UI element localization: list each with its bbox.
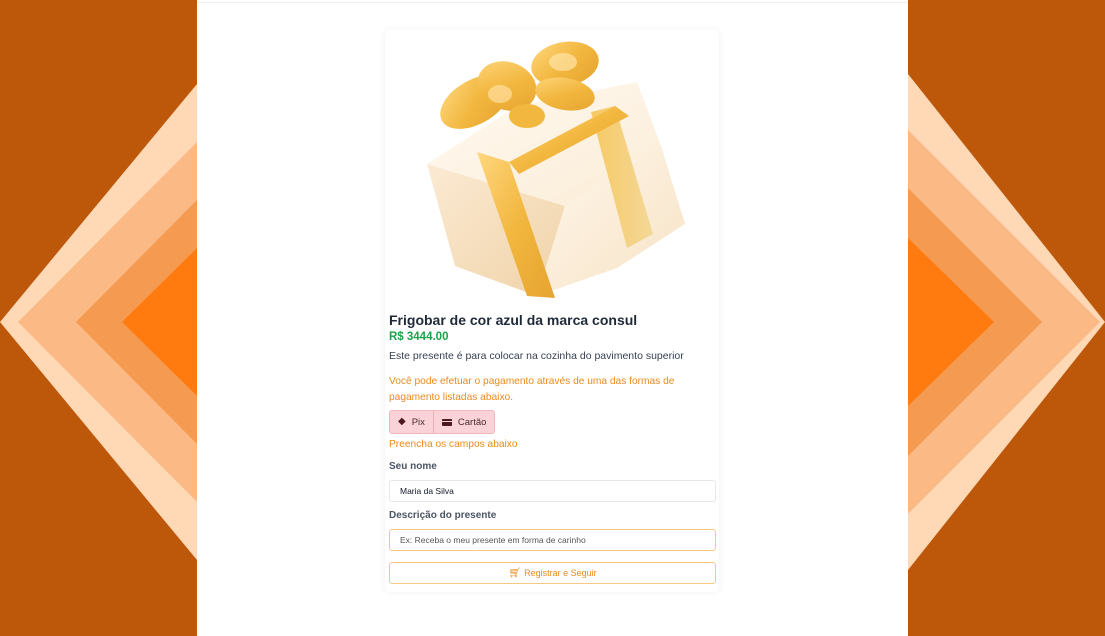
description-input[interactable]: Ex: Receba o meu presente em forma de ca… (389, 529, 716, 551)
register-button[interactable]: 🛒︎ Registrar e Seguir (389, 562, 716, 584)
shopping-cart-icon: 🛒︎ (508, 567, 522, 579)
name-label: Seu nome (389, 461, 437, 472)
product-description: Este presente é para colocar na cozinha … (389, 350, 684, 362)
card-tab[interactable]: Cartão (432, 411, 495, 433)
product-price: R$ 3444.00 (389, 331, 449, 343)
divider (197, 2, 908, 3)
pix-icon: ◆ (398, 416, 406, 427)
center-panel: Frigobar de cor azul da marca consul R$ … (197, 0, 908, 636)
payment-method-tabs: ◆ Pix Cartão (389, 410, 496, 434)
card-label: Cartão (457, 416, 487, 428)
pix-tab[interactable]: ◆ Pix (390, 411, 433, 433)
credit-card-icon (441, 418, 452, 426)
form-instruction: Preencha os campos abaixo (389, 439, 518, 450)
left-decorative-background (0, 0, 197, 636)
gift-box-image (427, 41, 685, 298)
right-decorative-background (908, 0, 1105, 636)
payment-info-text: Você pode efetuar o pagamento através de… (389, 376, 675, 403)
register-button-label: Registrar e Seguir (524, 568, 597, 578)
pix-label: Pix (411, 416, 425, 428)
description-label: Descrição do presente (389, 510, 497, 521)
name-input[interactable]: Maria da Silva (389, 480, 716, 502)
product-title: Frigobar de cor azul da marca consul (389, 312, 638, 328)
gift-card: Frigobar de cor azul da marca consul R$ … (385, 30, 719, 592)
